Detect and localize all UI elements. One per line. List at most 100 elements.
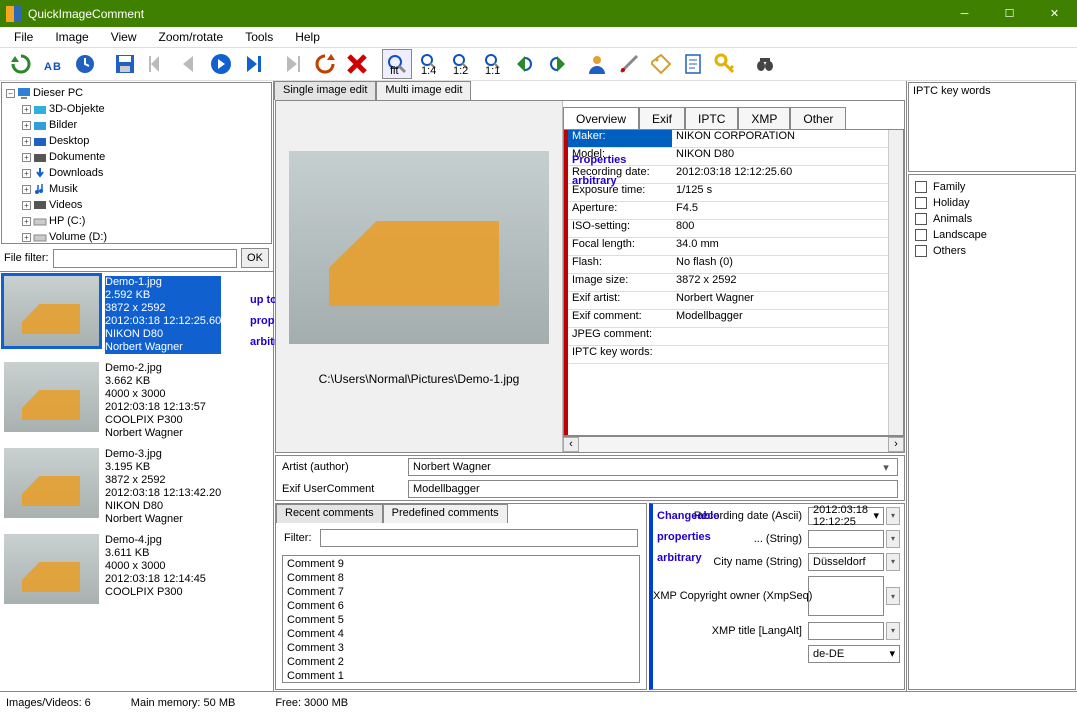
scrollbar-horizontal[interactable]: ‹› xyxy=(563,436,904,452)
checkbox[interactable] xyxy=(915,213,927,225)
document-icon[interactable] xyxy=(678,49,708,79)
zoom-12-icon[interactable]: 1:2 xyxy=(446,49,476,79)
prop-input[interactable]: de-DE▾ xyxy=(808,645,900,663)
checkbox-row[interactable]: Others xyxy=(915,243,1069,259)
zoom-14-icon[interactable]: 1:4 xyxy=(414,49,444,79)
expand-icon[interactable]: + xyxy=(22,105,31,114)
zoom-11-icon[interactable]: 1:1 xyxy=(478,49,508,79)
stepper[interactable]: ▾ xyxy=(886,507,900,525)
prop-input[interactable]: 2012:03:18 12:12:25▾ xyxy=(808,507,884,525)
zoom-fit-icon[interactable]: fit xyxy=(382,49,412,79)
list-item[interactable]: Comment 3 xyxy=(287,642,635,656)
tree-item[interactable]: HP (C:) xyxy=(49,215,85,227)
stepper[interactable]: ▾ xyxy=(886,622,900,640)
tab-multi-edit[interactable]: Multi image edit xyxy=(376,81,471,100)
last-icon[interactable] xyxy=(238,49,268,79)
tree-item[interactable]: Videos xyxy=(49,199,82,211)
thumbnail-item[interactable]: Demo-1.jpg2.592 KB3872 x 25922012:03:18 … xyxy=(0,272,273,358)
file-filter-ok[interactable]: OK xyxy=(241,248,269,268)
comment-input[interactable]: Modellbagger xyxy=(408,480,898,498)
chevron-down-icon[interactable]: ▾ xyxy=(889,647,895,660)
collapse-icon[interactable]: − xyxy=(6,89,15,98)
checkbox-row[interactable]: Holiday xyxy=(915,195,1069,211)
prop-input[interactable]: Düsseldorf xyxy=(808,553,884,571)
clock-icon[interactable] xyxy=(70,49,100,79)
rotate-left-icon[interactable] xyxy=(510,49,540,79)
tab-xmp[interactable]: XMP xyxy=(738,107,790,129)
tab-recent-comments[interactable]: Recent comments xyxy=(276,504,383,523)
checkbox[interactable] xyxy=(915,181,927,193)
chevron-down-icon[interactable]: ▾ xyxy=(879,461,893,474)
checkbox-row[interactable]: Landscape xyxy=(915,227,1069,243)
menu-zoom[interactable]: Zoom/rotate xyxy=(159,30,224,44)
list-item[interactable]: Comment 8 xyxy=(287,572,635,586)
prev-icon[interactable] xyxy=(174,49,204,79)
delete-icon[interactable] xyxy=(342,49,372,79)
tree-item[interactable]: Desktop xyxy=(49,135,89,147)
tab-overview[interactable]: Overview xyxy=(563,107,639,129)
comment-list[interactable]: Comment 9 Comment 8 Comment 7 Comment 6 … xyxy=(282,555,640,683)
menu-tools[interactable]: Tools xyxy=(245,30,273,44)
stepper[interactable]: ▾ xyxy=(886,587,900,605)
tree-item[interactable]: Dokumente xyxy=(49,151,105,163)
scrollbar-vertical[interactable] xyxy=(888,130,903,435)
artist-input[interactable]: Norbert Wagner▾ xyxy=(408,458,898,476)
reload-icon[interactable] xyxy=(310,49,340,79)
list-item[interactable]: Comment 6 xyxy=(287,600,635,614)
tag-icon[interactable] xyxy=(646,49,676,79)
tree-item[interactable]: Downloads xyxy=(49,167,103,179)
prop-input[interactable] xyxy=(808,530,884,548)
tree-item[interactable]: 3D-Objekte xyxy=(49,103,105,115)
thumbnail-item[interactable]: Demo-4.jpg3.611 KB4000 x 30002012:03:18 … xyxy=(0,530,273,608)
user-icon[interactable] xyxy=(582,49,612,79)
checkbox-row[interactable]: Family xyxy=(915,179,1069,195)
settings-icon[interactable] xyxy=(614,49,644,79)
chevron-down-icon[interactable]: ▾ xyxy=(873,509,879,522)
file-filter-input[interactable] xyxy=(53,249,237,268)
close-button[interactable]: ✕ xyxy=(1032,0,1077,27)
rotate-right-icon[interactable] xyxy=(542,49,572,79)
thumbnail-item[interactable]: Demo-3.jpg3.195 KB3872 x 25922012:03:18 … xyxy=(0,444,273,530)
undo-icon[interactable] xyxy=(6,49,36,79)
list-item[interactable]: Comment 5 xyxy=(287,614,635,628)
menu-file[interactable]: File xyxy=(14,30,33,44)
prop-input[interactable] xyxy=(808,576,884,616)
tab-exif[interactable]: Exif xyxy=(639,107,685,129)
tab-predefined-comments[interactable]: Predefined comments xyxy=(383,504,508,523)
save-icon[interactable] xyxy=(110,49,140,79)
folder-tree[interactable]: −Dieser PC +3D-Objekte +Bilder +Desktop … xyxy=(1,82,272,244)
list-item[interactable]: Comment 1 xyxy=(287,670,635,683)
list-item[interactable]: Comment 4 xyxy=(287,628,635,642)
first-icon[interactable] xyxy=(142,49,172,79)
tree-item[interactable]: Bilder xyxy=(49,119,77,131)
checkbox[interactable] xyxy=(915,245,927,257)
binoculars-icon[interactable] xyxy=(750,49,780,79)
thumbnail-item[interactable]: Demo-2.jpg3.662 KB4000 x 30002012:03:18 … xyxy=(0,358,273,444)
list-item[interactable]: Comment 2 xyxy=(287,656,635,670)
menu-image[interactable]: Image xyxy=(55,30,88,44)
checkbox[interactable] xyxy=(915,197,927,209)
checkbox-row[interactable]: Animals xyxy=(915,211,1069,227)
properties-grid[interactable]: Maker:NIKON CORPORATION Model:NIKON D80 … xyxy=(564,130,888,435)
tab-iptc[interactable]: IPTC xyxy=(685,107,738,129)
stepper[interactable]: ▾ xyxy=(886,553,900,571)
tree-item[interactable]: Musik xyxy=(49,183,78,195)
comment-filter-input[interactable] xyxy=(320,529,639,547)
thumbnail-list[interactable]: Demo-1.jpg2.592 KB3872 x 25922012:03:18 … xyxy=(0,271,273,691)
maximize-button[interactable]: ☐ xyxy=(987,0,1032,27)
text-icon[interactable]: AB xyxy=(38,49,68,79)
list-item[interactable]: Comment 7 xyxy=(287,586,635,600)
tree-root[interactable]: Dieser PC xyxy=(33,87,83,99)
menu-help[interactable]: Help xyxy=(295,30,320,44)
next-icon[interactable] xyxy=(206,49,236,79)
tab-single-edit[interactable]: Single image edit xyxy=(274,81,376,100)
tree-item[interactable]: Volume (D:) xyxy=(49,231,107,243)
minimize-button[interactable]: ─ xyxy=(942,0,987,27)
list-item[interactable]: Comment 9 xyxy=(287,558,635,572)
stepper[interactable]: ▾ xyxy=(886,530,900,548)
key-icon[interactable] xyxy=(710,49,740,79)
goto-icon[interactable] xyxy=(278,49,308,79)
prop-input[interactable] xyxy=(808,622,884,640)
tab-other[interactable]: Other xyxy=(790,107,846,129)
menu-view[interactable]: View xyxy=(111,30,137,44)
